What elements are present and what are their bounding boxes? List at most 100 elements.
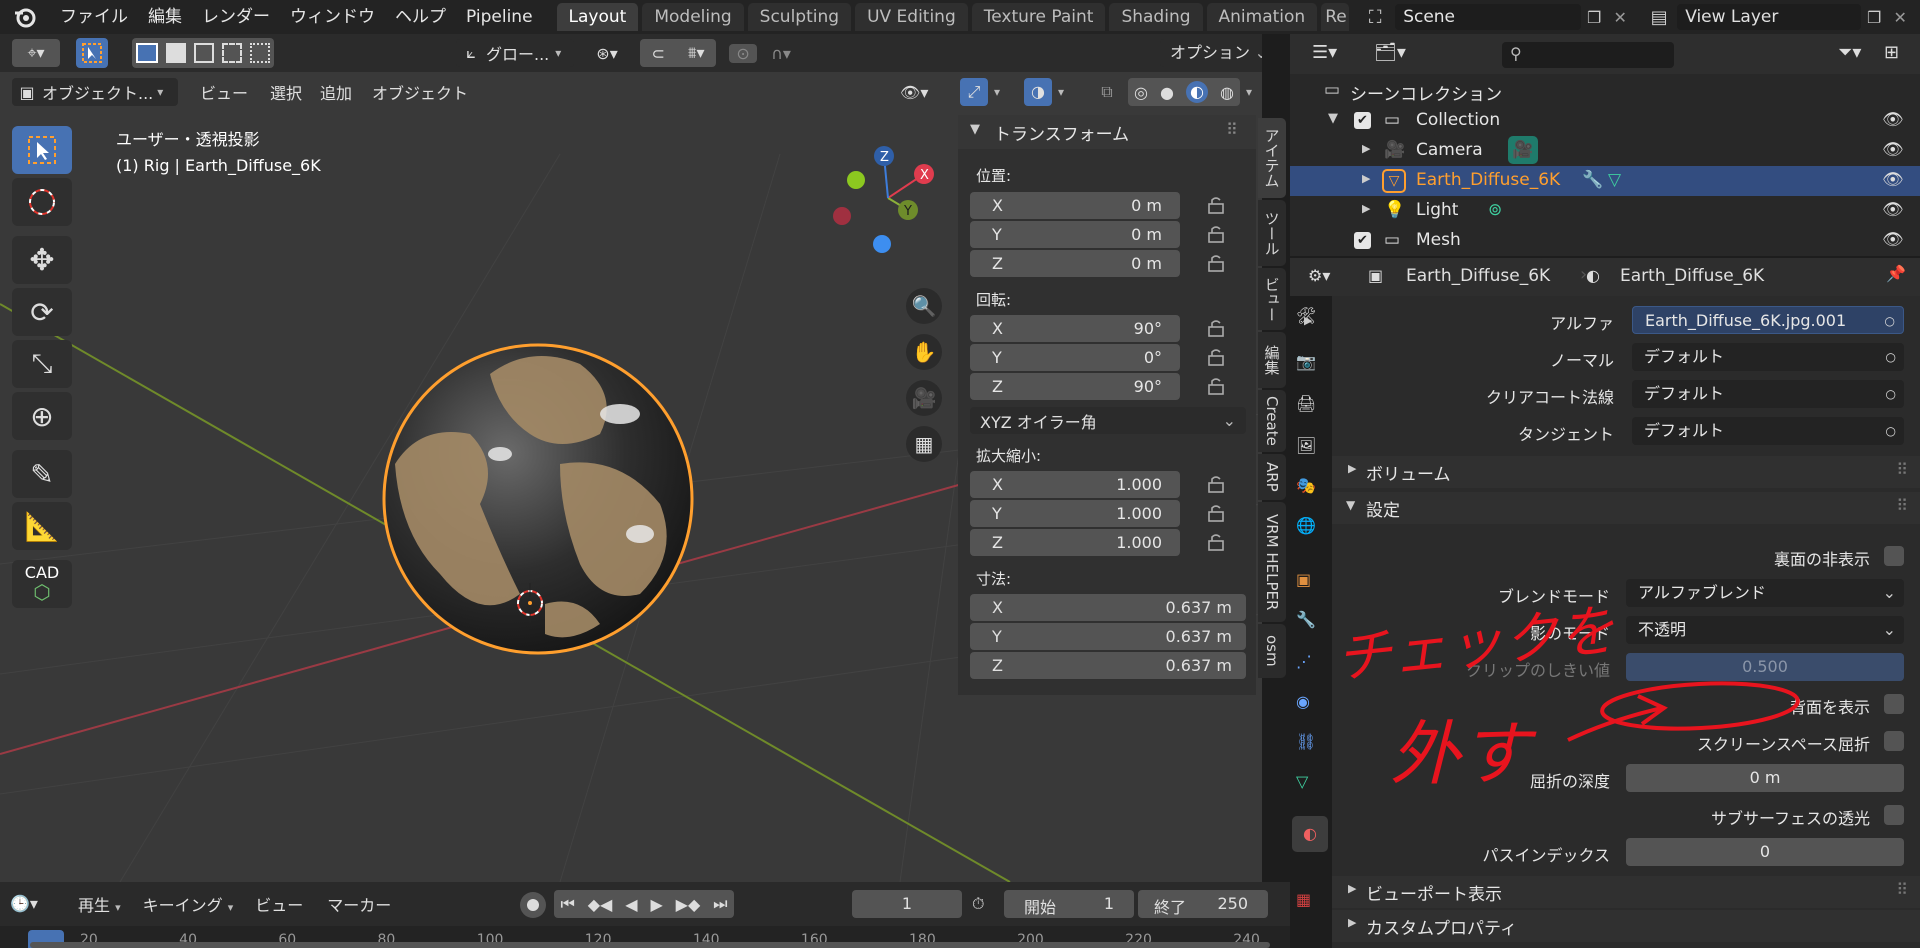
location-y-field[interactable]: Y0 m (970, 221, 1180, 248)
tab-sculpting[interactable]: Sculpting (747, 3, 852, 31)
xray-toggle-icon[interactable]: ⧉ (1092, 78, 1122, 106)
snap-increment-icon[interactable]: ⩩▾ (688, 43, 705, 63)
material-shading-icon[interactable]: ◐ (1185, 81, 1208, 103)
transform-orientation-dropdown[interactable]: ⟀ グロー... ▾ (456, 39, 574, 67)
tab-animation[interactable]: Animation (1206, 3, 1318, 31)
measure-tool-button[interactable]: 📐 (12, 502, 72, 550)
lock-icon[interactable] (1206, 347, 1226, 367)
eye-icon[interactable]: 👁 (1882, 140, 1904, 160)
copy-view-layer-icon[interactable]: ❐ (1861, 8, 1887, 27)
outliner-item-earth[interactable]: ▶ ▽ Earth_Diffuse_6K 🔧 ▽ 👁 (1290, 166, 1920, 196)
snap-magnet-icon[interactable]: ⊂ (652, 44, 665, 63)
snapping-group[interactable]: ⊂ ⩩▾ (640, 39, 716, 67)
rotation-y-field[interactable]: Y 0° (970, 344, 1180, 371)
menu-edit[interactable]: 編集 (138, 0, 192, 34)
camera-view-icon[interactable]: 🎥 (906, 380, 942, 416)
wrench-modifier-icon[interactable]: 🔧 (1582, 170, 1603, 190)
jump-start-icon[interactable]: ⏮ (560, 894, 574, 914)
ortho-grid-icon[interactable]: ▦ (906, 426, 942, 462)
menu-add[interactable]: 追加 (310, 80, 362, 104)
tab-tool[interactable]: ツール (1258, 200, 1286, 266)
mesh-data-icon[interactable]: ▽ (1608, 170, 1621, 190)
overlay-toggle[interactable]: ◑ ▾ (1024, 78, 1078, 106)
light-data-icon[interactable]: ⊚ (1488, 200, 1502, 220)
copy-scene-icon[interactable]: ❐ (1581, 8, 1607, 27)
timeline-ruler[interactable]: 20 40 60 80 100 120 140 160 180 200 220 240 (0, 926, 1290, 948)
rotation-z-field[interactable]: Z 90° (970, 373, 1180, 400)
cursor-tool-button[interactable] (12, 178, 72, 226)
pan-hand-icon[interactable]: ✋ (906, 334, 942, 370)
eye-icon[interactable]: 👁 (1882, 110, 1904, 130)
gizmo-toggle[interactable]: ⤢ ▾ (960, 78, 1014, 106)
play-reverse-icon[interactable]: ◀ (625, 895, 637, 914)
jump-end-icon[interactable]: ⏭ (713, 894, 727, 914)
outliner-search-input[interactable]: ⚲ (1502, 42, 1674, 68)
shading-mode-group[interactable]: ◎ ● ◐ ◍ (1128, 78, 1240, 106)
scene-name[interactable]: Scene (1395, 4, 1582, 30)
menu-marker[interactable]: マーカー (315, 892, 403, 916)
zoom-icon[interactable]: 🔍 (906, 288, 942, 324)
proportional-editing-group[interactable]: ⊙ ∩▾ (722, 39, 798, 67)
lock-icon[interactable] (1206, 224, 1226, 244)
scene-selector[interactable]: ⛶ Scene ❐ ✕ (1355, 3, 1633, 31)
lock-icon[interactable] (1206, 376, 1226, 396)
current-frame-field[interactable]: 1 (852, 890, 962, 918)
new-collection-icon[interactable]: ⊞ (1884, 42, 1899, 63)
play-icon[interactable]: ▶ (650, 895, 662, 914)
eye-icon[interactable]: 👁 (1882, 200, 1904, 220)
location-x-field[interactable]: X0 m (970, 192, 1180, 219)
lock-icon[interactable] (1206, 503, 1226, 523)
tab-edit[interactable]: 編集 (1258, 332, 1286, 388)
scale-z-field[interactable]: Z 1.000 (970, 529, 1180, 556)
timeline-scrollbar[interactable] (30, 942, 1270, 948)
checkbox-icon[interactable]: ✔ (1354, 232, 1371, 249)
mode-dropdown[interactable]: ▣ オブジェクト... ▾ (12, 78, 178, 106)
prev-keyframe-icon[interactable]: ◆◀ (588, 895, 613, 914)
snap-settings-button[interactable]: ⌖▾ (12, 39, 60, 67)
cad-tool-button[interactable]: CAD ⬡ (12, 560, 72, 608)
tab-texture-paint[interactable]: Texture Paint (971, 3, 1106, 31)
expand-triangle-icon[interactable]: ▶ (1362, 172, 1370, 185)
end-frame-field[interactable]: 終了 250 (1138, 890, 1268, 918)
tab-create[interactable]: Create (1258, 390, 1286, 452)
expand-triangle-icon[interactable]: ▶ (1362, 202, 1370, 215)
tab-modeling[interactable]: Modeling (642, 3, 744, 31)
select-extend-icon[interactable] (166, 43, 186, 63)
menu-render[interactable]: レンダー (192, 0, 280, 34)
scale-tool-button[interactable]: ⤡ (12, 340, 72, 388)
lock-icon[interactable] (1206, 474, 1226, 494)
outliner-item-mesh[interactable]: ✔ ▭ Mesh 👁 (1290, 226, 1920, 256)
tab-uv-editing[interactable]: UV Editing (855, 3, 968, 31)
lock-icon[interactable] (1206, 318, 1226, 338)
lock-icon[interactable] (1206, 532, 1226, 552)
menu-help[interactable]: ヘルプ (385, 0, 456, 34)
checkbox-icon[interactable]: ✔ (1354, 112, 1371, 129)
expand-triangle-icon[interactable]: ▼ (1328, 111, 1338, 126)
view-layer-name[interactable]: View Layer (1677, 4, 1862, 30)
menu-file[interactable]: ファイル (50, 0, 138, 34)
view-layer-selector[interactable]: ▤ View Layer ❐ ✕ (1641, 3, 1913, 31)
transform-panel-header[interactable]: ▼ トランスフォーム ⠿ (958, 115, 1256, 149)
shading-options-chevron-icon[interactable]: ▾ (1246, 78, 1262, 106)
tab-item[interactable]: アイテム (1258, 118, 1286, 198)
drag-handle-icon[interactable]: ⠿ (1226, 120, 1238, 139)
location-z-field[interactable]: Z0 m (970, 250, 1180, 277)
menu-pipeline[interactable]: Pipeline (456, 0, 543, 34)
select-tool-button[interactable] (12, 126, 72, 174)
select-invert-icon[interactable] (222, 43, 242, 63)
expand-triangle-icon[interactable]: ▶ (1362, 142, 1370, 155)
menu-object[interactable]: オブジェクト (362, 80, 478, 104)
navigation-gizmo[interactable]: X Y Z (832, 134, 954, 274)
tab-osm[interactable]: osm (1258, 624, 1286, 678)
rotate-tool-button[interactable]: ⟳ (12, 288, 72, 336)
transform-tool-button[interactable]: ⊕ (12, 392, 72, 440)
scale-x-field[interactable]: X 1.000 (970, 471, 1180, 498)
scene-collection-row[interactable]: ▭ シーンコレクション (1290, 76, 1920, 106)
tab-view[interactable]: ビュー (1258, 268, 1286, 330)
lock-icon[interactable] (1206, 195, 1226, 215)
solid-shading-icon[interactable]: ● (1160, 83, 1174, 102)
tab-more[interactable]: Re (1321, 3, 1350, 31)
start-frame-field[interactable]: 開始 1 (1004, 890, 1134, 918)
select-new-icon[interactable] (136, 43, 158, 63)
rendered-shading-icon[interactable]: ◍ (1220, 83, 1234, 102)
